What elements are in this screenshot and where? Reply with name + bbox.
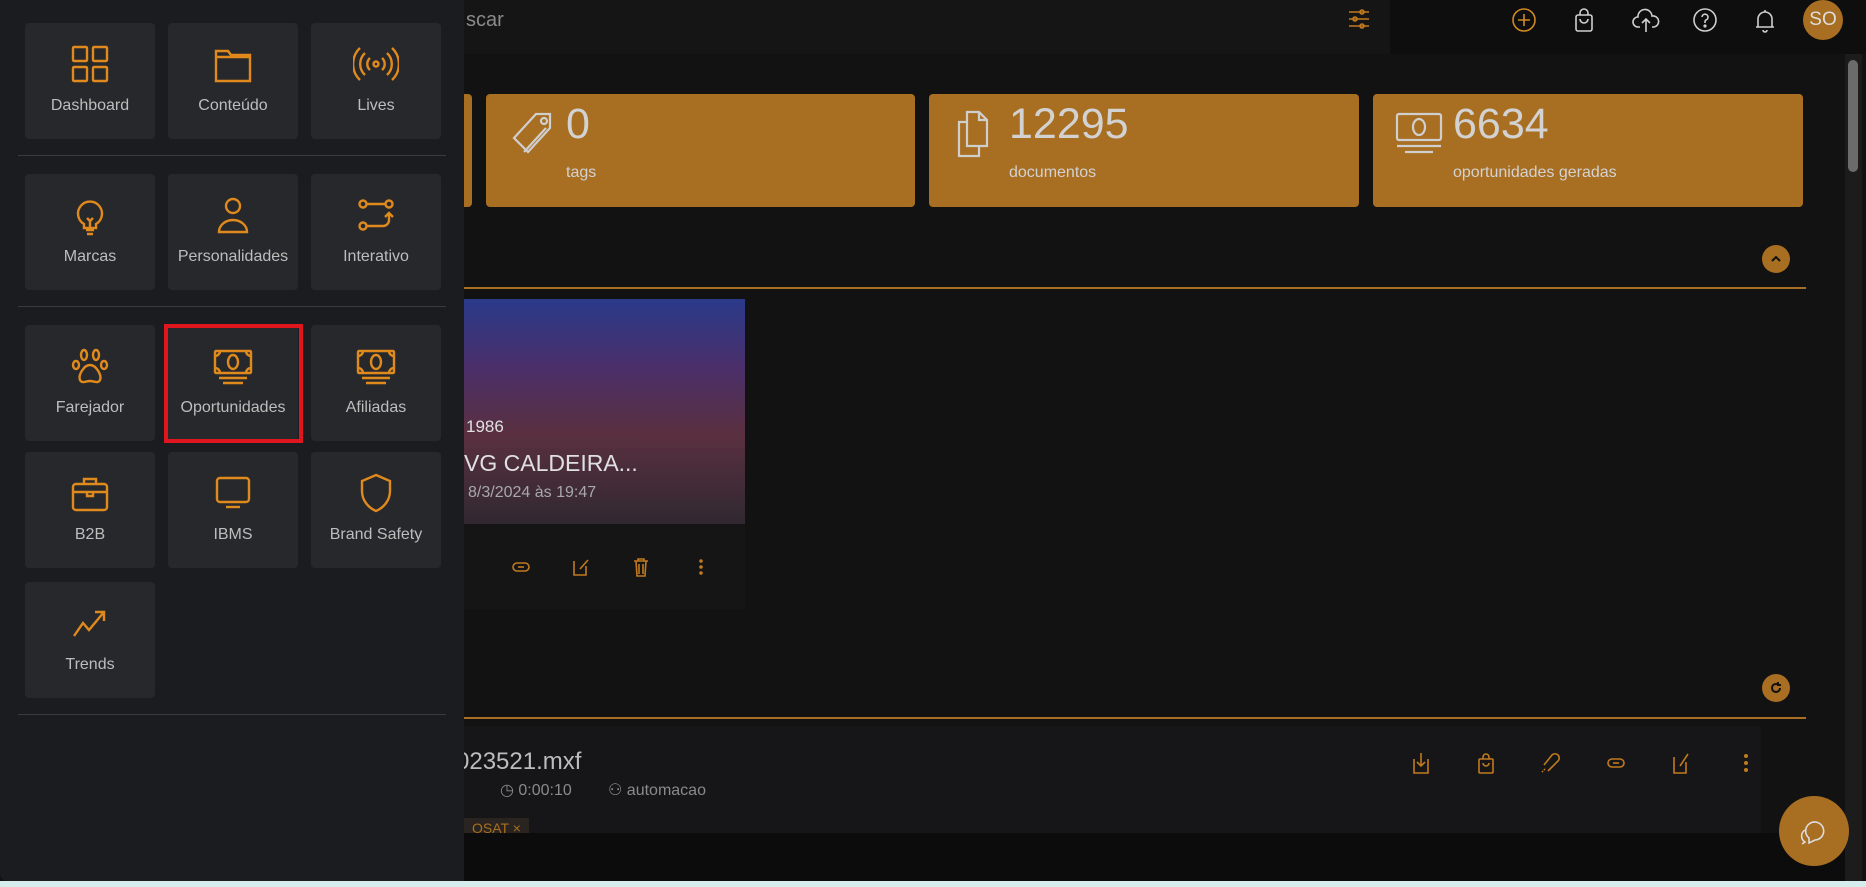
menu-item-label: Farejador <box>55 399 125 416</box>
menu-divider <box>18 306 446 307</box>
menu-item-label: Dashboard <box>50 97 130 114</box>
list-item[interactable]: 023521.mxf ◷ 0:00:10 ⚇ automacao OSAT × <box>440 726 1761 838</box>
search-bar[interactable]: scar <box>440 0 1390 54</box>
documents-icon <box>957 110 989 158</box>
menu-item-afiliadas[interactable]: Afiliadas <box>311 325 441 441</box>
menu-item-lives[interactable]: Lives <box>311 23 441 139</box>
menu-item-label: Afiliadas <box>345 399 407 416</box>
collapse-button[interactable] <box>1762 245 1790 273</box>
monitor-icon <box>215 476 251 509</box>
cloud-upload-icon[interactable] <box>1629 3 1663 37</box>
duration: ◷ 0:00:10 <box>500 782 572 799</box>
menu-item-label: Trends <box>65 656 115 673</box>
stat-card-tags: 0 tags <box>486 94 915 207</box>
edit-icon[interactable] <box>570 556 592 578</box>
edit-icon[interactable] <box>1670 751 1692 775</box>
taskbar-strip <box>0 881 1866 887</box>
flow-icon <box>358 199 394 231</box>
stat-value: 12295 <box>1009 100 1129 148</box>
menu-divider <box>18 714 446 715</box>
paw-icon <box>71 348 109 384</box>
menu-item-label: Lives <box>357 97 395 114</box>
download-icon[interactable] <box>1410 751 1432 775</box>
tag-icon <box>512 112 552 154</box>
lightbulb-icon <box>76 200 104 236</box>
search-input[interactable]: scar <box>466 9 504 32</box>
menu-item-brand-safety[interactable]: Brand Safety <box>311 452 441 568</box>
menu-item-dashboard[interactable]: Dashboard <box>25 23 155 139</box>
menu-item-label: IBMS <box>213 526 253 543</box>
menu-item-farejador[interactable]: Farejador <box>25 325 155 441</box>
money-icon <box>1395 112 1443 154</box>
magnet-icon[interactable] <box>1540 751 1562 775</box>
scrollbar-thumb[interactable] <box>1848 60 1858 172</box>
file-name[interactable]: 023521.mxf <box>456 748 581 776</box>
person-icon <box>217 197 249 234</box>
trash-icon[interactable] <box>630 556 652 578</box>
video-title[interactable]: VG CALDEIRA... <box>464 450 638 477</box>
highlight-box <box>164 324 303 443</box>
menu-item-interativo[interactable]: Interativo <box>311 174 441 290</box>
chat-button[interactable] <box>1779 796 1849 866</box>
stat-value: 6634 <box>1453 100 1549 148</box>
stat-label: tags <box>566 164 597 181</box>
menu-item-label: Marcas <box>63 248 117 265</box>
more-vertical-icon[interactable] <box>1735 751 1757 775</box>
bell-icon[interactable] <box>1748 3 1782 37</box>
menu-item-marcas[interactable]: Marcas <box>25 174 155 290</box>
stat-card-oportunidades: 6634 oportunidades geradas <box>1373 94 1803 207</box>
shopping-bag-icon[interactable] <box>1567 3 1601 37</box>
menu-item-label: B2B <box>74 526 106 543</box>
shield-icon <box>360 473 392 513</box>
section-divider <box>440 717 1806 719</box>
add-circle-icon[interactable] <box>1507 3 1541 37</box>
stat-label: oportunidades geradas <box>1453 164 1617 181</box>
refresh-icon <box>1771 682 1781 693</box>
link-icon[interactable] <box>1605 751 1627 775</box>
user: ⚇ automacao <box>608 782 706 799</box>
refresh-button[interactable] <box>1762 674 1790 702</box>
avatar[interactable]: SO <box>1803 0 1843 40</box>
broadcast-icon <box>353 47 399 81</box>
menu-item-personalidades[interactable]: Personalidades <box>168 174 298 290</box>
user-name: automacao <box>626 782 706 799</box>
scrollbar[interactable] <box>1845 54 1862 881</box>
briefcase-icon <box>71 477 109 512</box>
video-actions <box>510 556 712 578</box>
menu-item-label: Personalidades <box>177 248 289 265</box>
folder-icon <box>214 49 252 83</box>
trending-up-icon <box>73 610 106 637</box>
menu-item-trends[interactable]: Trends <box>25 582 155 698</box>
filter-sliders-icon[interactable] <box>1342 2 1376 36</box>
section-divider <box>440 287 1806 289</box>
menu-item-b2b[interactable]: B2B <box>25 452 155 568</box>
chat-icon <box>1800 821 1825 845</box>
menu-item-label: Brand Safety <box>329 526 423 543</box>
grid-icon <box>71 45 109 83</box>
link-icon[interactable] <box>510 556 532 578</box>
stat-card-documentos: 12295 documentos <box>929 94 1359 207</box>
menu-item-label: Interativo <box>343 248 409 265</box>
help-icon[interactable] <box>1688 3 1722 37</box>
duration-value: 0:00:10 <box>518 782 572 799</box>
money-icon <box>356 349 396 385</box>
chevron-up-icon <box>1771 255 1781 262</box>
list-item-actions <box>1410 751 1757 775</box>
menu-divider <box>18 155 446 156</box>
more-vertical-icon[interactable] <box>690 556 712 578</box>
stat-value: 0 <box>566 100 590 148</box>
video-date: 8/3/2024 às 19:47 <box>468 484 597 501</box>
footer-area <box>440 833 1845 881</box>
menu-item-ibms[interactable]: IBMS <box>168 452 298 568</box>
menu-item-label: Conteúdo <box>198 97 268 114</box>
stat-label: documentos <box>1009 164 1097 181</box>
video-year: 1986 <box>466 417 504 436</box>
shopping-bag-icon[interactable] <box>1475 751 1497 775</box>
menu-item-conte-do[interactable]: Conteúdo <box>168 23 298 139</box>
